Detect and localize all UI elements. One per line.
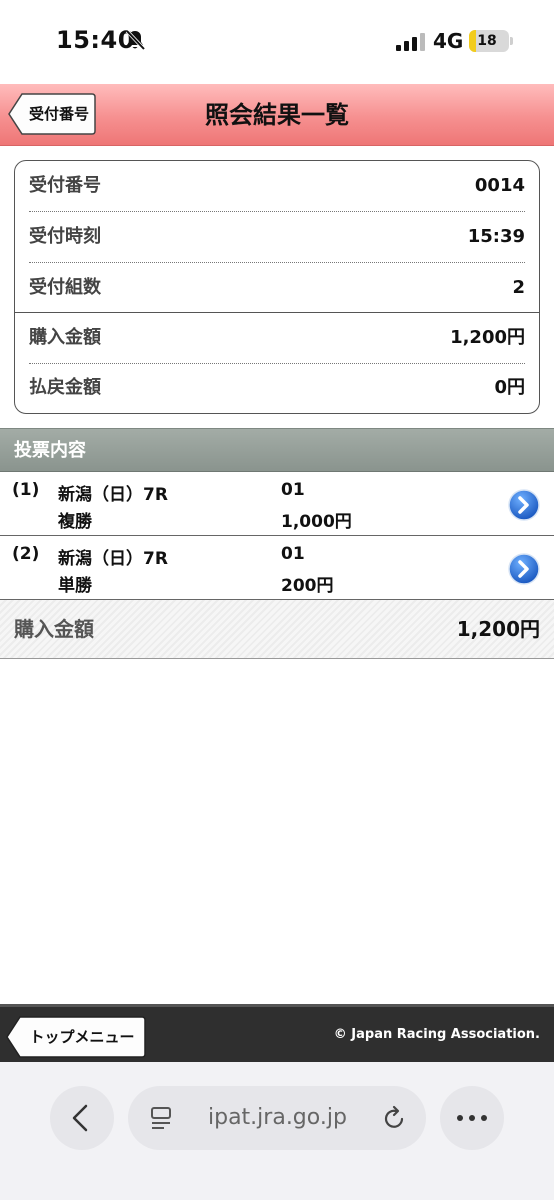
reload-icon[interactable] [382, 1105, 408, 1131]
page-settings-icon [151, 1107, 171, 1129]
bet-number: (2) [12, 544, 40, 564]
summary-row-receipt-time: 受付時刻 15:39 [29, 212, 525, 262]
summary-label: 購入金額 [29, 327, 101, 348]
more-options-button[interactable] [440, 1086, 504, 1150]
bet-type: 単勝 [58, 576, 92, 596]
chevron-right-icon[interactable] [508, 553, 540, 585]
browser-toolbar: ipat.jra.go.jp [0, 1062, 554, 1200]
signal-icon [396, 33, 425, 51]
battery-level: 18 [477, 33, 497, 49]
back-button[interactable]: 受付番号 [8, 93, 96, 135]
total-value: 1,200円 [456, 617, 540, 641]
more-icon [457, 1115, 487, 1121]
summary-label: 払戻金額 [29, 377, 101, 398]
url-text: ipat.jra.go.jp [208, 1105, 347, 1130]
bet-amount: 200円 [281, 576, 334, 596]
back-button-label: 受付番号 [28, 105, 89, 123]
top-menu-button[interactable]: トップメニュー [6, 1016, 146, 1058]
summary-label: 受付番号 [29, 175, 101, 196]
copyright: © Japan Racing Association. [333, 1027, 540, 1042]
bet-race: 新潟（日）7R [58, 549, 168, 569]
summary-row-purchase-amount: 購入金額 1,200円 [29, 313, 525, 363]
battery-cap [510, 37, 513, 45]
summary-value: 0014 [474, 175, 525, 196]
total-label: 購入金額 [14, 617, 94, 641]
summary-row-payout-amount: 払戻金額 0円 [29, 363, 525, 413]
section-title: 投票内容 [14, 440, 86, 461]
top-menu-label: トップメニュー [29, 1028, 135, 1046]
bet-horse: 01 [281, 480, 305, 500]
bet-row[interactable]: (2) 新潟（日）7R 単勝 01 200円 [0, 537, 554, 600]
chevron-left-icon [72, 1104, 88, 1132]
footer: トップメニュー © Japan Racing Association. [0, 1004, 554, 1062]
browser-back-button[interactable] [50, 1086, 114, 1150]
network-label: 4G [433, 29, 464, 53]
bet-horse: 01 [281, 544, 305, 564]
chevron-right-icon[interactable] [508, 489, 540, 521]
summary-row-set-count: 受付組数 2 [29, 263, 525, 313]
status-bar: 15:40 4G 18 [0, 0, 554, 84]
summary-value: 0円 [494, 377, 525, 398]
bet-row[interactable]: (1) 新潟（日）7R 複勝 01 1,000円 [0, 473, 554, 536]
bet-number: (1) [12, 480, 40, 500]
bet-amount: 1,000円 [281, 512, 352, 532]
bet-race: 新潟（日）7R [58, 485, 168, 505]
battery-icon: 18 [469, 30, 509, 52]
summary-value: 1,200円 [450, 327, 525, 348]
address-bar[interactable]: ipat.jra.go.jp [128, 1086, 426, 1150]
bell-muted-icon [125, 29, 146, 51]
summary-label: 受付組数 [29, 277, 101, 298]
total-row: 購入金額 1,200円 [0, 600, 554, 659]
section-header: 投票内容 [0, 428, 554, 472]
summary-value: 15:39 [467, 226, 525, 247]
bet-type: 複勝 [58, 512, 92, 532]
header: 照会結果一覧 受付番号 [0, 84, 554, 146]
summary-label: 受付時刻 [29, 226, 101, 247]
summary-value: 2 [512, 277, 525, 298]
summary-card: 受付番号 0014 受付時刻 15:39 受付組数 2 購入金額 1,200円 … [14, 160, 540, 414]
summary-row-receipt-number: 受付番号 0014 [29, 161, 525, 211]
